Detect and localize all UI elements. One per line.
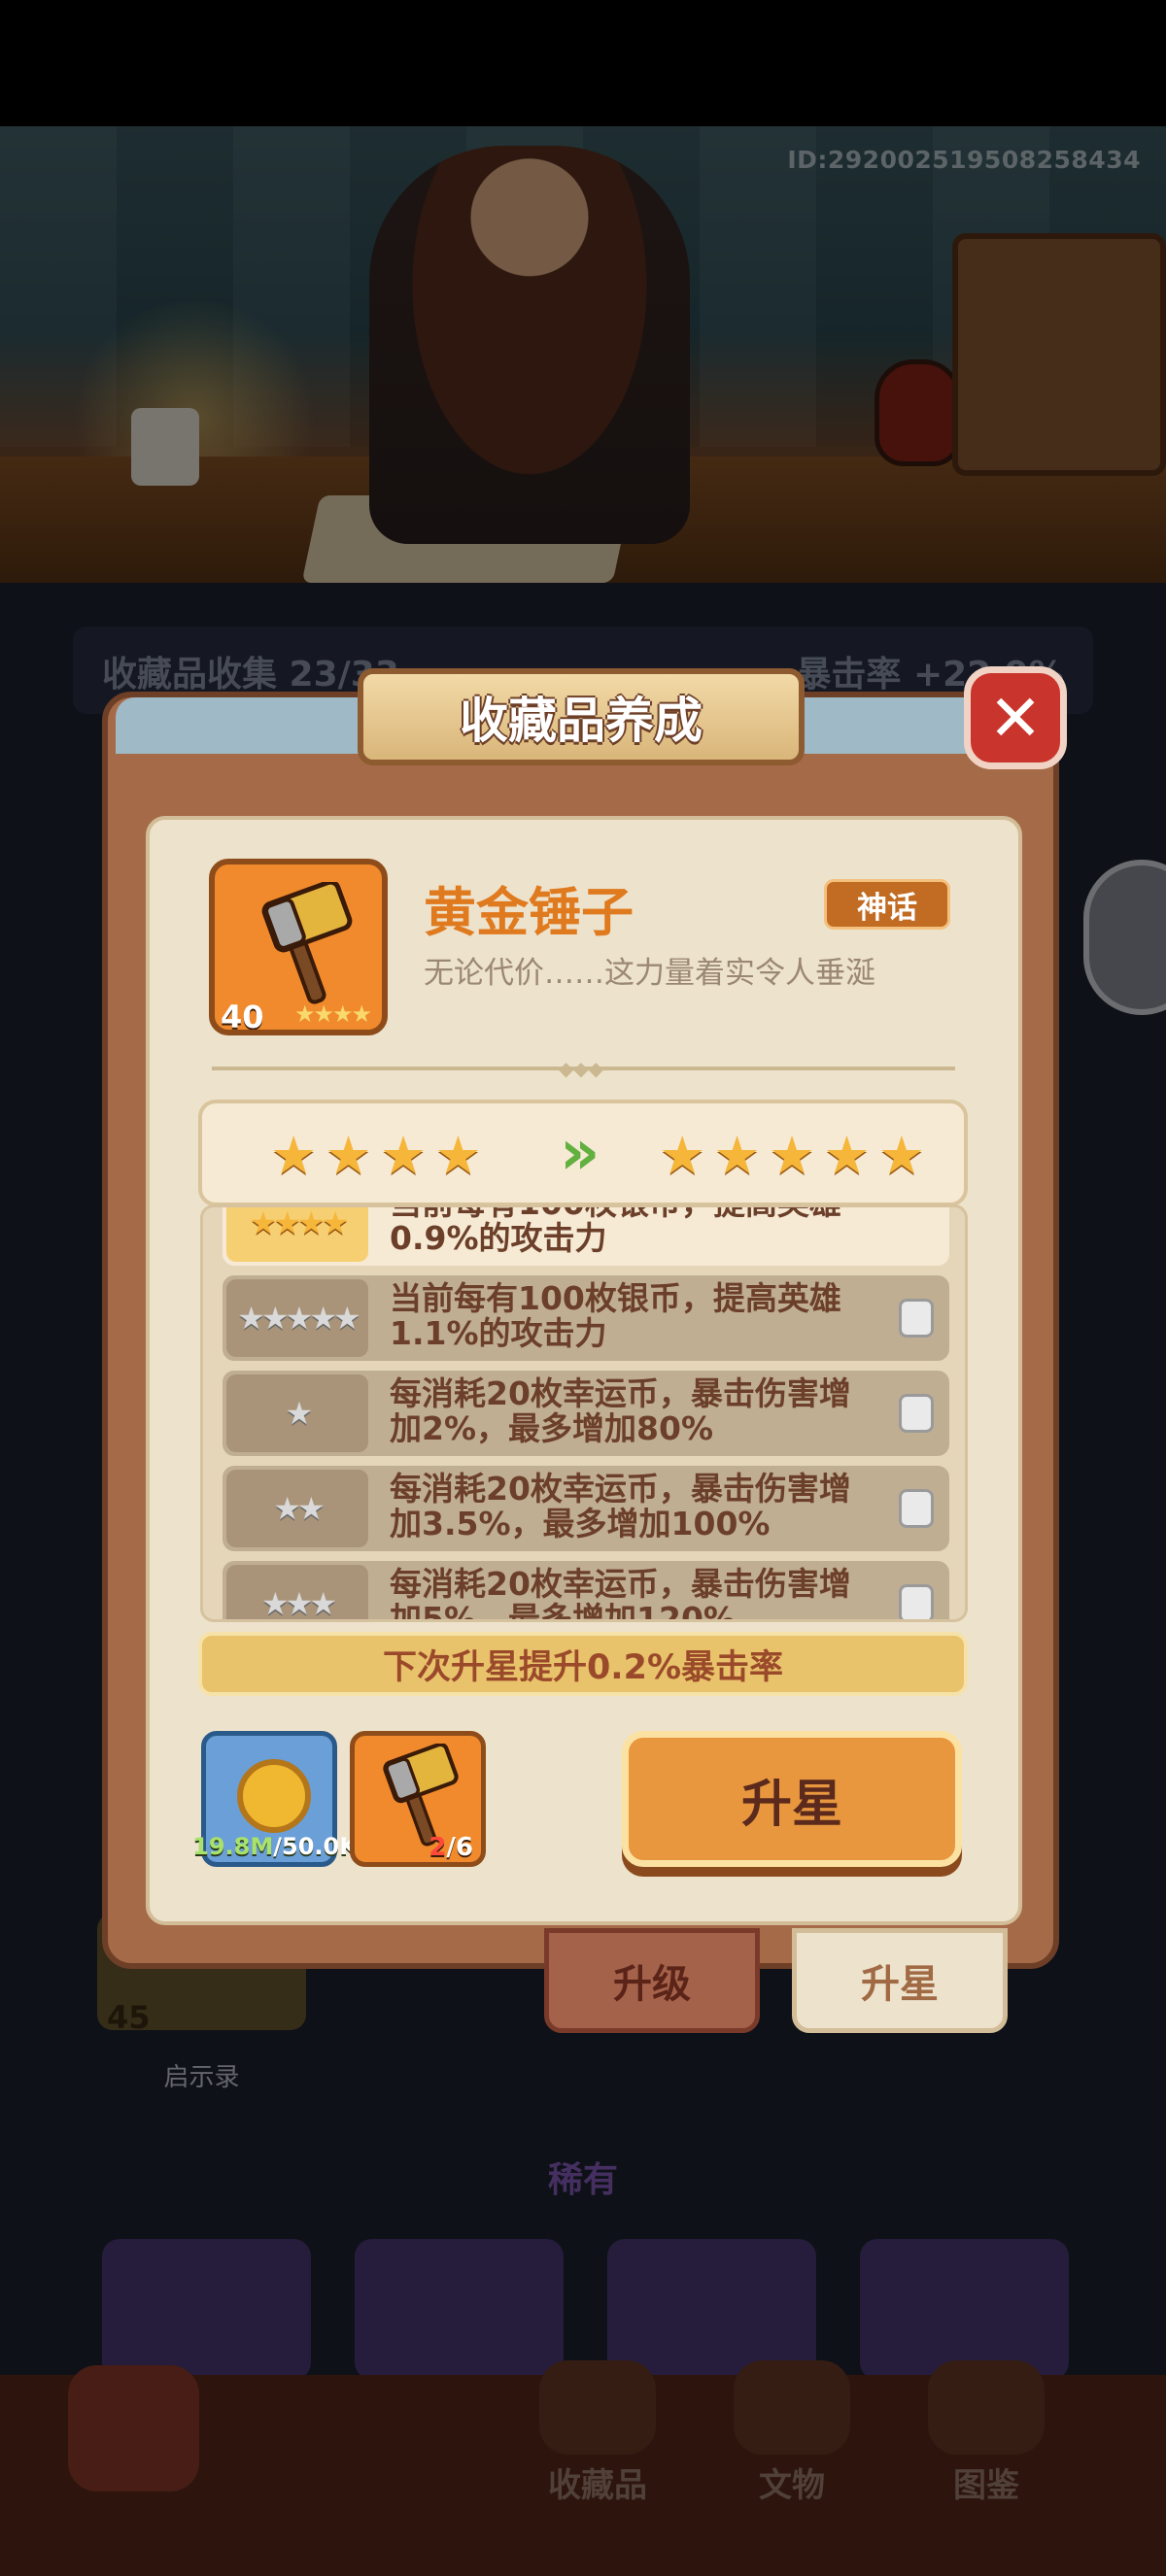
item-level: 40: [221, 999, 264, 1035]
star-icon: ★: [768, 1125, 816, 1186]
star-icon: ★: [713, 1125, 761, 1186]
item-need: /6: [446, 1833, 473, 1862]
bonus-list[interactable]: ★★★★ 当前每有100枚银币，提高英雄0.9%的攻击力 ★★★★★ 当前每有1…: [200, 1204, 968, 1622]
star-badge: ★★★★: [226, 1204, 368, 1262]
item-cost[interactable]: 2/6: [350, 1731, 486, 1867]
modal-title-plate: 收藏品养成: [358, 668, 805, 765]
tab-upstar[interactable]: 升星: [792, 1928, 1008, 2033]
star-icon: ★: [379, 1125, 428, 1186]
lock-icon: [899, 1299, 934, 1338]
coin-cost[interactable]: 19.8M/50.0K: [192, 1731, 358, 1867]
bonus-text: 当前每有100枚银币，提高英雄0.9%的攻击力: [390, 1207, 841, 1257]
tab-upgrade[interactable]: 升级: [544, 1928, 760, 2033]
badge-stars: ★★: [273, 1490, 325, 1527]
bonus-text: 每消耗20枚幸运币，暴击伤害增加3.5%，最多增加100%: [390, 1470, 851, 1542]
rarity-badge: 神话: [824, 879, 950, 930]
star-icon: ★: [270, 1125, 318, 1186]
star-badge: ★★★: [226, 1565, 368, 1622]
list-item: ★★★★★ 当前每有100枚银币，提高英雄1.1%的攻击力: [223, 1275, 949, 1361]
divider: ◆◆◆: [212, 1057, 955, 1080]
lock-icon: [899, 1489, 934, 1528]
star-icon: ★: [659, 1125, 706, 1186]
lock-icon: [899, 1394, 934, 1433]
badge-stars: ★★★: [260, 1585, 337, 1622]
current-stars: ★ ★ ★ ★: [270, 1125, 482, 1186]
list-item: ★★★★ 当前每有100枚银币，提高英雄0.9%的攻击力: [223, 1204, 949, 1266]
coin-amount: 19.8M/50.0K: [183, 1833, 367, 1860]
list-item: ★★★ 每消耗20枚幸运币，暴击伤害增加5%，最多增加120%: [223, 1561, 949, 1622]
badge-stars: ★: [285, 1395, 314, 1432]
double-arrow-icon: »: [560, 1117, 600, 1189]
item-stars: ★★★★: [294, 1000, 372, 1028]
list-item: ★ 每消耗20枚幸运币，暴击伤害增加2%，最多增加80%: [223, 1371, 949, 1456]
gold-coin-icon: [237, 1759, 311, 1833]
star-badge: ★: [226, 1374, 368, 1452]
badge-stars: ★★★★: [249, 1204, 350, 1241]
item-name: 黄金锤子: [424, 882, 634, 943]
hammer-icon: [261, 882, 353, 1004]
item-description: 无论代价……这力量着实令人垂涎: [424, 956, 875, 991]
item-have: 2: [429, 1833, 447, 1862]
lock-icon: [899, 1584, 934, 1619]
star-icon: ★: [877, 1125, 926, 1186]
modal-title: 收藏品养成: [460, 693, 703, 749]
item-amount: 2/6: [429, 1833, 473, 1862]
coin-need: /50.0K: [273, 1833, 358, 1860]
star-badge: ★★: [226, 1470, 368, 1547]
ribbon-decoration: [116, 697, 378, 754]
star-comparison: ★ ★ ★ ★ » ★ ★ ★ ★ ★: [198, 1100, 968, 1206]
item-portrait: 40 ★★★★: [209, 859, 388, 1035]
badge-stars: ★★★★★: [237, 1300, 360, 1337]
close-button[interactable]: ✕: [964, 666, 1067, 769]
bonus-text: 每消耗20枚幸运币，暴击伤害增加5%，最多增加120%: [390, 1565, 851, 1622]
star-icon: ★: [434, 1125, 482, 1186]
status-bar: [0, 0, 1166, 126]
star-icon: ★: [823, 1125, 871, 1186]
close-icon: ✕: [988, 680, 1043, 756]
bonus-text: 当前每有100枚银币，提高英雄1.1%的攻击力: [390, 1279, 841, 1352]
game-screen: ID:292002519508258434 收藏品收集 23/33 暴击率 +2…: [0, 0, 1166, 2576]
list-item: ★★ 每消耗20枚幸运币，暴击伤害增加3.5%，最多增加100%: [223, 1466, 949, 1551]
next-stars: ★ ★ ★ ★ ★: [659, 1125, 925, 1186]
divider-ornament: ◆◆◆: [558, 1057, 604, 1080]
star-icon: ★: [325, 1125, 372, 1186]
upstar-button[interactable]: 升星: [622, 1731, 962, 1867]
star-badge: ★★★★★: [226, 1279, 368, 1357]
coin-have: 19.8M: [192, 1833, 274, 1860]
bonus-text: 每消耗20枚幸运币，暴击伤害增加2%，最多增加80%: [390, 1374, 851, 1447]
next-star-bonus: 下次升星提升0.2%暴击率: [198, 1632, 968, 1696]
